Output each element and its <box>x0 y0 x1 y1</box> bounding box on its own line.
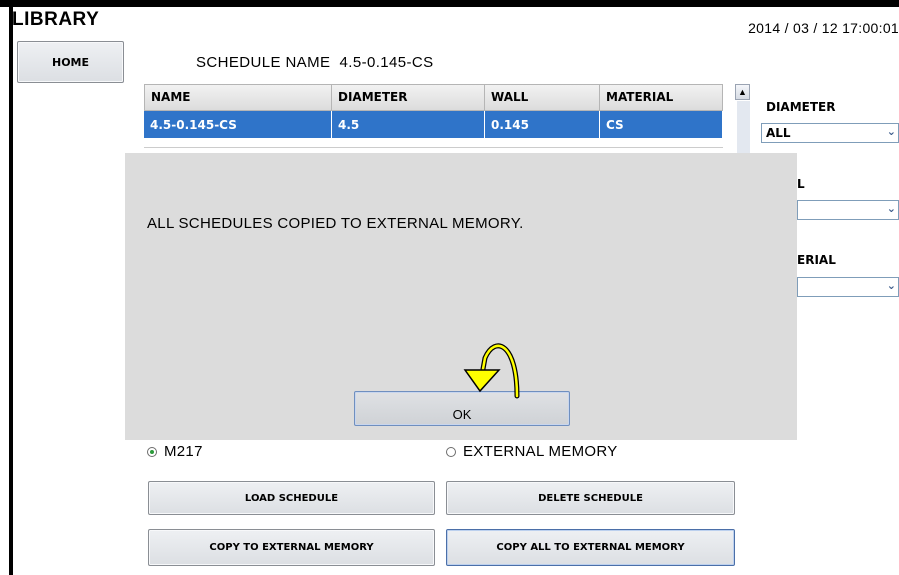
table-row[interactable]: 4.5-0.145-CS 4.5 0.145 CS <box>144 111 723 138</box>
cell-diameter: 4.5 <box>332 111 485 138</box>
table-row-partial[interactable] <box>144 138 723 148</box>
home-button[interactable]: HOME <box>17 41 124 83</box>
column-header-name[interactable]: NAME <box>144 84 332 111</box>
chevron-down-icon: ⌄ <box>886 202 896 215</box>
datetime-display: 2014 / 03 / 12 17:00:01 <box>748 20 899 36</box>
column-header-wall[interactable]: WALL <box>485 84 600 111</box>
storage-option-m217[interactable]: M217 <box>147 443 203 460</box>
diameter-filter-label: DIAMETER <box>766 100 836 114</box>
diameter-filter-select[interactable]: ALL ⌄ <box>761 123 899 143</box>
table-header-row: NAME DIAMETER WALL MATERIAL <box>144 84 723 111</box>
material-filter-label: ERIAL <box>797 253 836 267</box>
load-schedule-button[interactable]: LOAD SCHEDULE <box>148 481 435 515</box>
material-filter-select[interactable]: ⌄ <box>797 277 899 297</box>
page-title: LIBRARY <box>12 9 100 30</box>
column-header-diameter[interactable]: DIAMETER <box>332 84 485 111</box>
ok-button-label: OK <box>452 407 472 422</box>
chevron-down-icon: ⌄ <box>886 125 896 138</box>
cell-wall: 0.145 <box>485 111 600 138</box>
radio-selected-icon <box>147 446 157 457</box>
storage-option-m217-label: M217 <box>164 443 203 460</box>
copy-all-to-external-memory-button[interactable]: COPY ALL TO EXTERNAL MEMORY <box>446 529 735 566</box>
wall-filter-select[interactable]: ⌄ <box>797 200 899 220</box>
diameter-filter-value: ALL <box>766 126 791 140</box>
column-header-material[interactable]: MATERIAL <box>600 84 723 111</box>
storage-option-external-label: EXTERNAL MEMORY <box>463 443 618 460</box>
tap-hint-arrow-icon <box>463 343 520 399</box>
schedule-name-display: SCHEDULE NAME 4.5-0.145-CS <box>196 54 434 71</box>
window-left-border <box>9 0 13 575</box>
schedule-table: NAME DIAMETER WALL MATERIAL 4.5-0.145-CS… <box>144 84 723 148</box>
schedule-name-value: 4.5-0.145-CS <box>339 54 434 71</box>
delete-schedule-button[interactable]: DELETE SCHEDULE <box>446 481 735 515</box>
scroll-up-arrow-icon[interactable]: ▲ <box>735 84 750 100</box>
window-top-border <box>0 0 899 7</box>
dialog-message: ALL SCHEDULES COPIED TO EXTERNAL MEMORY. <box>147 215 524 232</box>
storage-option-external[interactable]: EXTERNAL MEMORY <box>446 443 618 460</box>
wall-filter-label: L <box>797 177 805 191</box>
schedule-name-label: SCHEDULE NAME <box>196 54 331 71</box>
cell-name: 4.5-0.145-CS <box>144 111 332 138</box>
radio-unselected-icon <box>446 446 456 457</box>
confirmation-dialog: ALL SCHEDULES COPIED TO EXTERNAL MEMORY.… <box>125 153 797 440</box>
scrollbar-track[interactable] <box>737 101 750 153</box>
cell-material: CS <box>600 111 723 138</box>
copy-to-external-memory-button[interactable]: COPY TO EXTERNAL MEMORY <box>148 529 435 566</box>
chevron-down-icon: ⌄ <box>886 279 896 292</box>
